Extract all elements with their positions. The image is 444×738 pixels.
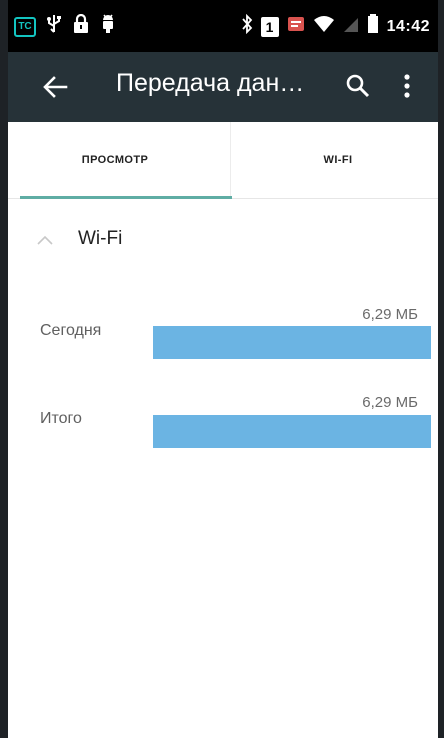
app-toolbar: Передача дан… <box>8 52 438 122</box>
section-title: Wi-Fi <box>78 228 123 249</box>
usb-icon <box>46 14 62 39</box>
sim-card-icon: 1 <box>260 16 279 37</box>
android-debug-icon <box>100 14 116 39</box>
lock-icon <box>72 13 90 39</box>
total-usage-value: 6,29 МБ <box>362 394 418 411</box>
phone-screen: TC 1 14:42 Передача дан… ПРОСМОТР WI-FI … <box>0 0 444 738</box>
wifi-icon <box>313 15 335 38</box>
tab-selected-indicator <box>20 196 232 199</box>
wifi-section-header[interactable]: Wi-Fi <box>36 228 122 250</box>
app-badge-icon: TC <box>14 16 36 37</box>
back-arrow-icon[interactable] <box>42 74 68 100</box>
total-usage-bar <box>153 415 431 448</box>
status-bar: TC 1 14:42 <box>8 0 438 52</box>
total-label: Итого <box>40 410 82 427</box>
no-signal-icon <box>343 15 359 38</box>
more-vert-icon[interactable] <box>402 72 412 100</box>
battery-icon <box>367 14 379 39</box>
bluetooth-icon <box>241 13 253 39</box>
status-clock: 14:42 <box>386 17 430 35</box>
today-usage-value: 6,29 МБ <box>362 306 418 323</box>
search-icon[interactable] <box>344 72 372 100</box>
today-label: Сегодня <box>40 322 102 339</box>
tab-wifi[interactable]: WI-FI <box>230 122 444 198</box>
tab-bar: ПРОСМОТР WI-FI <box>8 122 438 199</box>
today-usage-bar <box>153 326 431 359</box>
chevron-up-icon <box>36 233 54 245</box>
page-title: Передача дан… <box>116 69 305 97</box>
status-bar-left: TC <box>14 13 116 39</box>
status-bar-right: 1 14:42 <box>241 13 430 39</box>
tab-overview[interactable]: ПРОСМОТР <box>8 122 222 198</box>
notification-icon <box>287 15 305 38</box>
